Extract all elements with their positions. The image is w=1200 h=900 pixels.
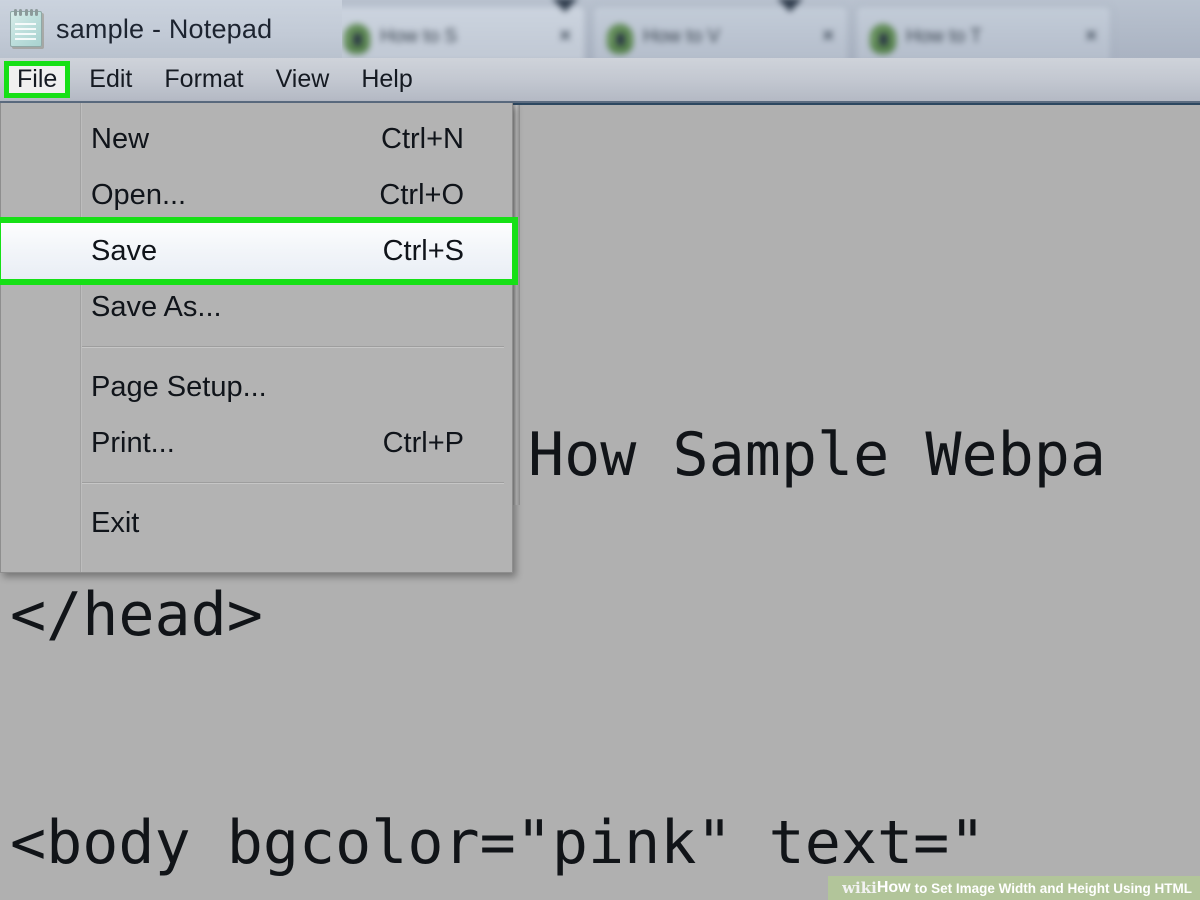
notepad-text-area-lower[interactable]: </head> <body bgcolor="pink" text=" (0, 560, 1200, 900)
browser-tab-1[interactable]: How to S × (330, 6, 585, 62)
menu-item-exit-label: Exit (91, 506, 140, 539)
caret-down-icon (552, 0, 578, 12)
browser-tab-3[interactable]: How to T × (856, 6, 1111, 62)
code-line-title: How Sample Webpa (528, 420, 1106, 490)
watermark-how: How (876, 879, 911, 896)
wikihow-watermark: wiki How to Set Image Width and Height Usi… (828, 876, 1200, 900)
menu-item-view[interactable]: View (263, 62, 343, 97)
menu-item-page-setup[interactable]: Page Setup... (1, 359, 512, 415)
menu-item-help[interactable]: Help (348, 62, 425, 97)
menu-item-open-accelerator: Ctrl+O (379, 178, 464, 211)
menu-item-save-as[interactable]: Save As... (1, 279, 512, 335)
menu-item-exit[interactable]: Exit (1, 495, 512, 551)
menu-item-print[interactable]: Print... Ctrl+P (1, 415, 512, 471)
menu-separator-1 (81, 346, 504, 348)
close-icon[interactable]: × (1085, 25, 1097, 48)
menu-item-page-setup-label: Page Setup... (91, 370, 267, 403)
menu-item-file[interactable]: File (4, 61, 71, 98)
screenshot-root: How to S × How to V × How to T × How Sam… (0, 0, 1200, 900)
menu-item-format[interactable]: Format (151, 62, 256, 97)
menu-item-save-label: Save (91, 234, 158, 267)
menu-item-new-label: New (91, 122, 150, 155)
watermark-rest: to Set Image Width and Height Using HTML (914, 880, 1192, 896)
menu-item-print-label: Print... (91, 426, 175, 459)
code-line-head-close: </head> (10, 580, 263, 650)
notepad-title-bar: sample - Notepad (0, 0, 342, 58)
file-dropdown-menu: New Ctrl+N Open... Ctrl+O Save Ctrl+S Sa… (0, 103, 518, 573)
text-area-scroll-edge[interactable] (513, 105, 520, 505)
close-icon[interactable]: × (559, 25, 571, 48)
menu-item-print-accelerator: Ctrl+P (382, 426, 464, 459)
browser-tabstrip: How to S × How to V × How to T × (330, 0, 1200, 62)
globe-icon (607, 24, 633, 54)
watermark-wiki: wiki (842, 879, 877, 897)
notepad-icon (10, 9, 42, 47)
menu-item-list: File Edit Format View Help (4, 58, 432, 101)
notepad-icon-lines (15, 23, 36, 41)
browser-tab-title: How to S (380, 26, 458, 47)
menu-item-save-accelerator: Ctrl+S (382, 234, 464, 267)
code-line-body: <body bgcolor="pink" text=" (10, 808, 986, 878)
menu-item-open-label: Open... (91, 178, 187, 211)
globe-icon (344, 24, 370, 54)
menu-item-new[interactable]: New Ctrl+N (1, 111, 512, 167)
menu-item-open[interactable]: Open... Ctrl+O (1, 167, 512, 223)
notepad-menu-bar: File Edit Format View Help (0, 58, 1200, 103)
notepad-icon-spiral (14, 9, 38, 16)
browser-tab-title: How to T (906, 26, 982, 47)
menu-item-new-accelerator: Ctrl+N (381, 122, 464, 155)
globe-icon (870, 24, 896, 54)
menu-item-edit[interactable]: Edit (76, 62, 145, 97)
browser-tab-2[interactable]: How to V × (593, 6, 848, 62)
close-icon[interactable]: × (822, 25, 834, 48)
menu-separator-2 (81, 482, 504, 484)
caret-down-icon (777, 0, 803, 12)
menu-item-save-as-label: Save As... (91, 290, 222, 323)
window-title: sample - Notepad (56, 13, 273, 44)
menu-top-spacer (1, 103, 512, 111)
browser-tab-title: How to V (643, 26, 721, 47)
menu-item-save[interactable]: Save Ctrl+S (0, 217, 518, 285)
